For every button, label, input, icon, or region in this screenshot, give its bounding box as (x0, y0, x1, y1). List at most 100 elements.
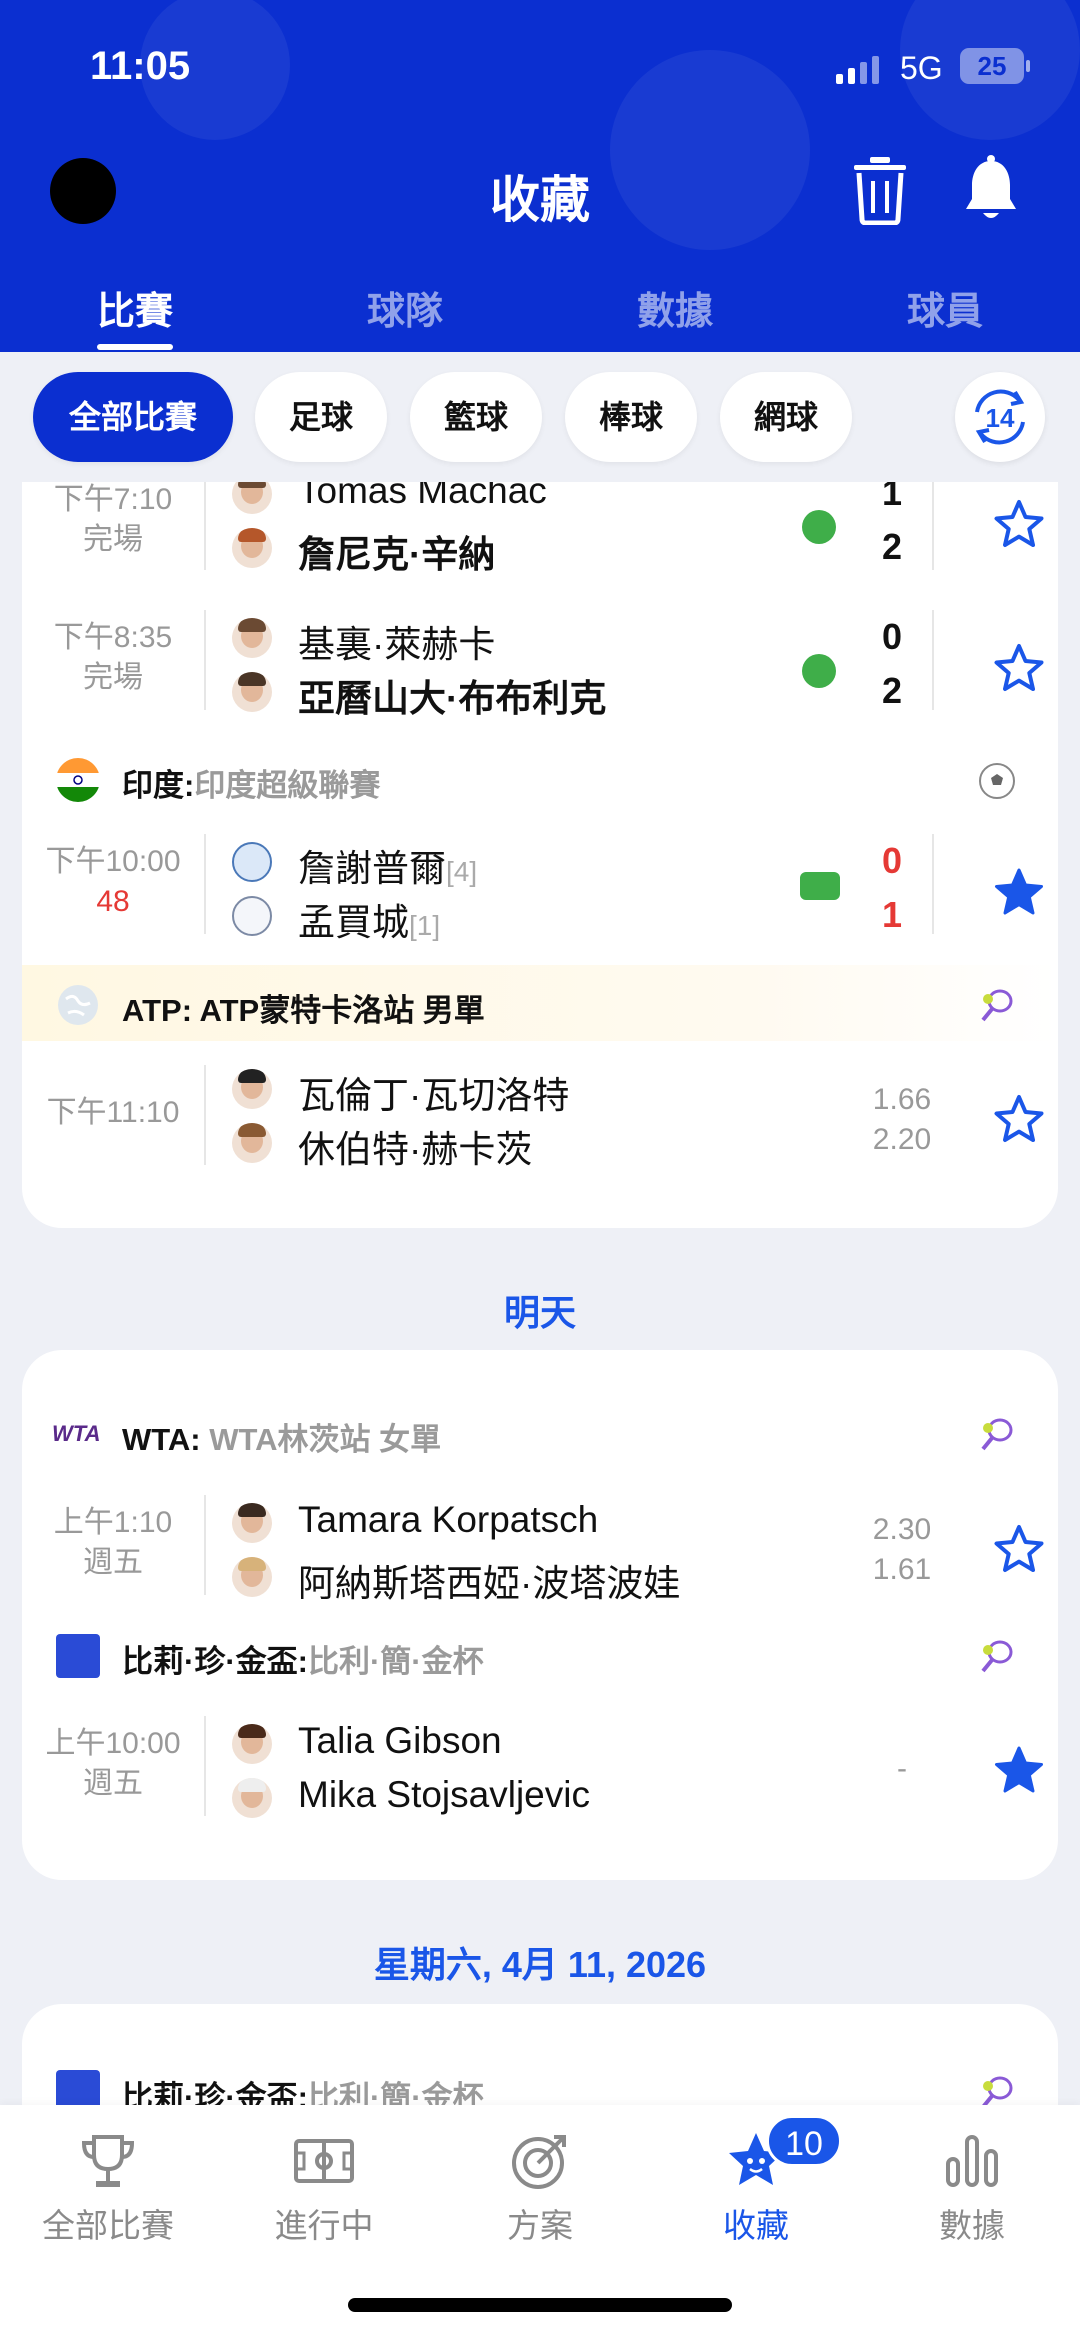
nav-all-matches[interactable]: 全部比賽 (0, 2129, 216, 2247)
score-home: 0 (881, 840, 903, 881)
tab-stats[interactable]: 數據 (575, 280, 775, 335)
league-name: ATP蒙特卡洛站 男單 (199, 993, 485, 1028)
field-icon (294, 2139, 354, 2183)
player-photo (232, 1778, 272, 1818)
filter-all[interactable]: 全部比賽 (33, 372, 233, 462)
league-header[interactable]: 印度:印度超級聯賽 (22, 744, 1058, 814)
match-time: 下午7:10 (53, 483, 173, 516)
nav-label: 方案 (507, 2207, 573, 2244)
tab-teams[interactable]: 球隊 (305, 280, 505, 335)
match-row[interactable]: 上午10:00 週五 Talia Gibson Mika Stojsavljev… (22, 1716, 1058, 1818)
star-outline-icon[interactable] (992, 1523, 1046, 1577)
match-time: 下午10:00 (45, 845, 181, 878)
filter-football[interactable]: 足球 (255, 372, 387, 462)
refresh-button[interactable]: 14 (955, 372, 1045, 462)
target-icon (512, 2135, 566, 2189)
player-name: 瓦倫丁·瓦切洛特 (298, 1075, 570, 1116)
match-row[interactable]: 下午7:10 完場 Tomas Machac 詹尼克·辛納 1 2 (22, 470, 1058, 580)
player-name: 亞曆山大·布布利克 (298, 678, 607, 719)
match-row[interactable]: 下午11:10 瓦倫丁·瓦切洛特 休伯特·赫卡茨 1.66 2.20 (22, 1065, 1058, 1170)
match-row[interactable]: 下午10:00 48 詹謝普爾[4] 孟買城[1] 0 1 (22, 834, 1058, 943)
odds-placeholder: - (897, 1752, 907, 1785)
day-label: 明天 (503, 1292, 576, 1333)
team-name: 孟買城 (298, 902, 409, 943)
match-row[interactable]: 上午1:10 週五 Tamara Korpatsch 阿納斯塔西婭·波塔波娃 2… (22, 1495, 1058, 1604)
team-seed: [1] (409, 910, 441, 941)
stats-icon[interactable] (802, 510, 836, 544)
league-header[interactable]: ATP: ATP蒙特卡洛站 男單 (22, 969, 1058, 1039)
team-crest (232, 842, 272, 882)
sport-filters-overlay: 全部比賽 足球 籃球 棒球 網球 14 (0, 372, 1080, 464)
league-header[interactable]: WTA WTA: WTA林茨站 女單 (22, 1398, 1058, 1468)
star-outline-icon[interactable] (992, 642, 1046, 696)
player-name: 基裏·萊赫卡 (298, 624, 496, 665)
score-away: 2 (881, 670, 903, 711)
day-label: 星期六, 4月 11, 2026 (373, 1944, 707, 1985)
tomorrow-card: WTA WTA: WTA林茨站 女單 上午1:10 週五 Tamara Korp… (22, 1350, 1058, 1880)
score-home: 0 (881, 616, 903, 657)
match-status: 完場 (83, 523, 143, 556)
league-prefix: WTA: (122, 1422, 201, 1457)
trash-icon[interactable] (852, 155, 908, 225)
league-header[interactable]: 比莉·珍·金盃:比利·簡·金杯 (22, 1620, 1058, 1690)
network-type: 5G (900, 50, 943, 86)
globe-icon (58, 985, 98, 1025)
top-header: 11:05 5G 25 收藏 比賽 球隊 數據 球員 (0, 0, 1080, 352)
player-photo (232, 1503, 272, 1543)
star-outline-icon[interactable] (992, 498, 1046, 552)
filter-baseball[interactable]: 棒球 (565, 372, 697, 462)
svg-text:14: 14 (986, 403, 1015, 433)
player-name: 休伯特·赫卡茨 (298, 1129, 533, 1170)
today-card: 下午7:10 完場 Tomas Machac 詹尼克·辛納 1 2 下午8:35… (22, 420, 1058, 1228)
signal-icon (836, 56, 879, 84)
player-name: 阿納斯塔西婭·波塔波娃 (298, 1563, 681, 1604)
nav-label: 收藏 (723, 2207, 789, 2244)
home-indicator (348, 2298, 732, 2312)
star-filled-icon[interactable] (992, 866, 1046, 920)
status-bar: 11:05 5G 25 (0, 40, 1080, 100)
match-row[interactable]: 下午8:35 完場 基裏·萊赫卡 亞曆山大·布布利克 0 2 (22, 610, 1058, 719)
wta-logo: WTA (52, 1421, 101, 1446)
match-status: 完場 (83, 661, 143, 694)
live-field-icon[interactable] (800, 872, 840, 900)
score-away: 2 (881, 526, 903, 567)
nav-plans[interactable]: 方案 (432, 2129, 648, 2247)
tennis-icon (981, 1418, 1013, 1451)
nav-data[interactable]: 數據 (864, 2129, 1080, 2247)
player-photo (232, 528, 272, 568)
player-photo (232, 1123, 272, 1163)
match-time: 上午10:00 (45, 1727, 181, 1760)
score-away: 1 (881, 894, 903, 935)
player-photo (232, 1069, 272, 1109)
favorites-count-badge: 10 (766, 2115, 842, 2167)
nav-live[interactable]: 進行中 (216, 2129, 432, 2247)
odds-home: 2.30 (872, 1513, 932, 1546)
filter-tennis[interactable]: 網球 (720, 372, 852, 462)
match-time: 下午8:35 (53, 621, 173, 654)
player-photo (232, 1724, 272, 1764)
player-photo (232, 1557, 272, 1597)
star-outline-icon[interactable] (992, 1093, 1046, 1147)
player-photo (232, 618, 272, 658)
odds-away: 1.61 (872, 1553, 932, 1586)
bjk-cup-logo (56, 1634, 100, 1678)
player-name: 詹尼克·辛納 (298, 534, 496, 575)
league-name: 比利·簡·金杯 (307, 1644, 484, 1679)
player-photo (232, 672, 272, 712)
team-crest (232, 896, 272, 936)
tab-matches[interactable]: 比賽 (35, 280, 235, 335)
tab-underline (97, 344, 173, 350)
league-prefix: 印度: (122, 768, 195, 803)
team-name: 詹謝普爾 (298, 848, 446, 889)
tab-players[interactable]: 球員 (845, 280, 1045, 335)
league-name: 印度超級聯賽 (194, 768, 381, 803)
tennis-icon (981, 989, 1013, 1022)
page-title: 收藏 (490, 172, 590, 228)
battery-tip (1026, 60, 1030, 72)
player-name: Talia Gibson (298, 1720, 502, 1761)
star-filled-icon[interactable] (992, 1744, 1046, 1798)
bell-icon[interactable] (962, 155, 1020, 225)
league-name: WTA林茨站 女單 (209, 1422, 442, 1457)
stats-icon[interactable] (802, 654, 836, 688)
filter-basketball[interactable]: 籃球 (410, 372, 542, 462)
